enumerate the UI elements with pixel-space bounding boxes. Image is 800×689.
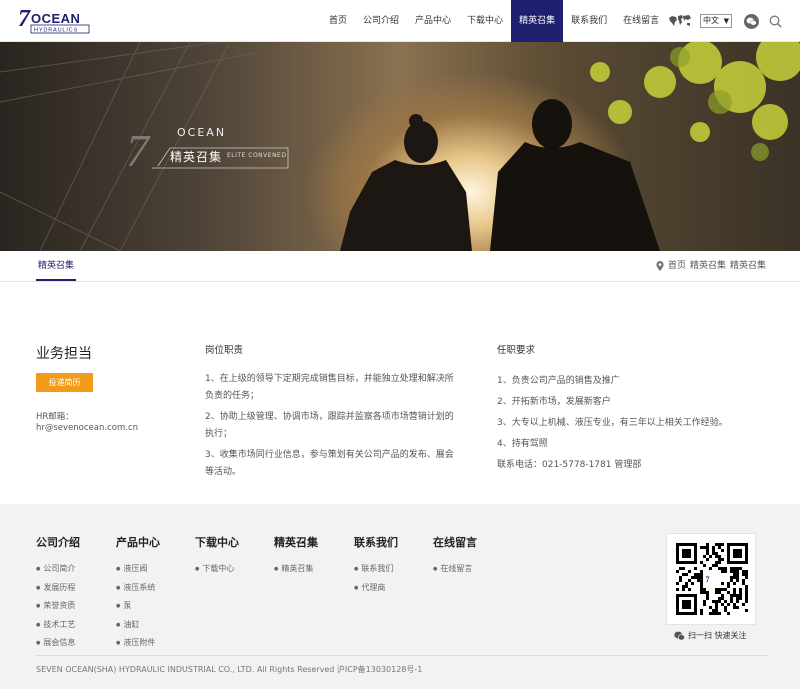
- footer-link[interactable]: 下载中心: [195, 560, 239, 579]
- banner-subtitle: ELITE CONVENED: [227, 152, 287, 159]
- requirements-heading: 任职要求: [497, 345, 536, 356]
- qr-code-image: 7: [676, 543, 748, 615]
- footer-heading[interactable]: 联系我们: [354, 534, 398, 550]
- footer-link[interactable]: 油缸: [116, 616, 160, 635]
- nav-products[interactable]: 产品中心: [407, 0, 459, 42]
- footer-col-products: 产品中心 液压阀 液压系统 泵 油缸 液压附件: [116, 534, 160, 653]
- requirements-column: 任职要求 1、负责公司产品的销售及推广 2、开拓新市场，发展新客户 3、大专以上…: [497, 342, 777, 476]
- wechat-qr-code: 7: [666, 533, 756, 625]
- requirement-item: 1、负责公司产品的销售及推广: [497, 376, 620, 386]
- breadcrumb-section[interactable]: 精英召集: [690, 251, 726, 281]
- svg-text:7: 7: [18, 7, 31, 32]
- requirement-item: 3、大专以上机械、液压专业，有三年以上相关工作经验。: [497, 418, 728, 428]
- footer-link[interactable]: 精英召集: [274, 560, 318, 579]
- dropdown-arrow-icon: ▼: [723, 17, 729, 25]
- careers-banner: 7 OCEAN 精英召集 ELITE CONVENED: [0, 42, 800, 251]
- nav-downloads[interactable]: 下载中心: [459, 0, 511, 42]
- requirement-item: 4、持有驾照: [497, 439, 548, 449]
- footer-link[interactable]: 技术工艺: [36, 616, 80, 635]
- footer-col-careers: 精英召集 精英召集: [274, 534, 318, 579]
- footer-link[interactable]: 荣誉资质: [36, 597, 80, 616]
- duties-column: 岗位职责 1、在上级的领导下定期完成销售目标，并能独立处理和解决所负责的任务； …: [205, 342, 455, 485]
- footer-heading[interactable]: 下载中心: [195, 534, 239, 550]
- nav-message[interactable]: 在线留言: [615, 0, 667, 42]
- qr-caption-text: 扫一扫 快速关注: [688, 631, 747, 640]
- footer-col-company: 公司介绍 公司简介 发展历程 荣誉资质 技术工艺 展会信息: [36, 534, 80, 653]
- requirement-item: 2、开拓新市场，发展新客户: [497, 397, 611, 407]
- location-pin-icon: [656, 261, 664, 271]
- language-select[interactable]: 中文 ▼: [700, 14, 732, 28]
- breadcrumb: 首页 精英召集 精英召集: [656, 251, 766, 281]
- footer-link[interactable]: 公司简介: [36, 560, 80, 579]
- world-map-icon: [669, 15, 691, 26]
- site-footer: 公司介绍 公司简介 发展历程 荣誉资质 技术工艺 展会信息 产品中心 液压阀 液…: [0, 504, 800, 689]
- sub-nav: 精英召集 首页 精英召集 精英召集: [0, 251, 800, 282]
- footer-col-message: 在线留言 在线留言: [433, 534, 477, 579]
- footer-link[interactable]: 在线留言: [433, 560, 477, 579]
- job-title: 业务担当: [36, 346, 92, 362]
- contact-phone: 联系电话：021-5778-1781 管理部: [497, 460, 642, 470]
- svg-text:7: 7: [706, 575, 710, 584]
- duties-heading: 岗位职责: [205, 345, 244, 356]
- banner-brand: OCEAN: [177, 126, 227, 139]
- hr-email-label: HR邮箱：: [36, 412, 74, 422]
- tab-careers[interactable]: 精英召集: [36, 251, 77, 281]
- nav-contact[interactable]: 联系我们: [563, 0, 615, 42]
- breadcrumb-current[interactable]: 精英召集: [730, 251, 766, 281]
- nav-careers[interactable]: 精英召集: [511, 0, 564, 42]
- footer-link[interactable]: 展会信息: [36, 634, 80, 653]
- footer-link[interactable]: 液压阀: [116, 560, 160, 579]
- nav-company[interactable]: 公司介绍: [355, 0, 407, 42]
- footer-heading[interactable]: 精英召集: [274, 534, 318, 550]
- duty-item: 3、收集市场同行业信息，参与策划有关公司产品的发布、展会等活动。: [205, 450, 454, 477]
- footer-link[interactable]: 代理商: [354, 579, 398, 598]
- footer-link[interactable]: 液压系统: [116, 579, 160, 598]
- banner-title: 精英召集: [170, 150, 223, 164]
- footer-heading[interactable]: 在线留言: [433, 534, 477, 550]
- search-icon[interactable]: [769, 15, 782, 28]
- wechat-small-icon: [674, 631, 685, 640]
- duty-item: 2、协助上级管理、协调市场，跟踪并监察各项市场营销计划的执行；: [205, 412, 454, 439]
- svg-text:7: 7: [126, 125, 151, 176]
- footer-link[interactable]: 联系我们: [354, 560, 398, 579]
- site-header: 7 OCEAN HYDRAULICS 首页 公司介绍 产品中心 下载中心 精英召…: [0, 0, 800, 42]
- duty-item: 1、在上级的领导下定期完成销售目标，并能独立处理和解决所负责的任务；: [205, 374, 454, 401]
- footer-col-downloads: 下载中心 下载中心: [195, 534, 239, 579]
- svg-text:OCEAN: OCEAN: [31, 11, 80, 26]
- footer-col-contact: 联系我们 联系我们 代理商: [354, 534, 398, 597]
- copyright-text: SEVEN OCEAN(SHA) HYDRAULIC INDUSTRIAL CO…: [36, 665, 423, 674]
- footer-link[interactable]: 发展历程: [36, 579, 80, 598]
- wechat-icon[interactable]: [744, 13, 759, 29]
- svg-text:HYDRAULICS: HYDRAULICS: [34, 28, 78, 34]
- qr-caption: 扫一扫 快速关注: [674, 630, 747, 641]
- breadcrumb-home[interactable]: 首页: [668, 251, 686, 281]
- footer-divider: [36, 655, 768, 656]
- language-value: 中文: [703, 16, 719, 25]
- hr-email[interactable]: hr@sevenocean.com.cn: [36, 423, 138, 433]
- main-nav: 首页 公司介绍 产品中心 下载中心 精英召集 联系我们 在线留言: [321, 0, 667, 42]
- nav-home[interactable]: 首页: [321, 0, 355, 42]
- footer-link[interactable]: 液压附件: [116, 634, 160, 653]
- footer-link[interactable]: 泵: [116, 597, 160, 616]
- banner-image: 7: [0, 42, 800, 251]
- footer-heading[interactable]: 产品中心: [116, 534, 160, 550]
- footer-heading[interactable]: 公司介绍: [36, 534, 80, 550]
- ocean-logo[interactable]: 7 OCEAN HYDRAULICS: [18, 7, 90, 35]
- apply-resume-button[interactable]: 投递简历: [36, 373, 93, 392]
